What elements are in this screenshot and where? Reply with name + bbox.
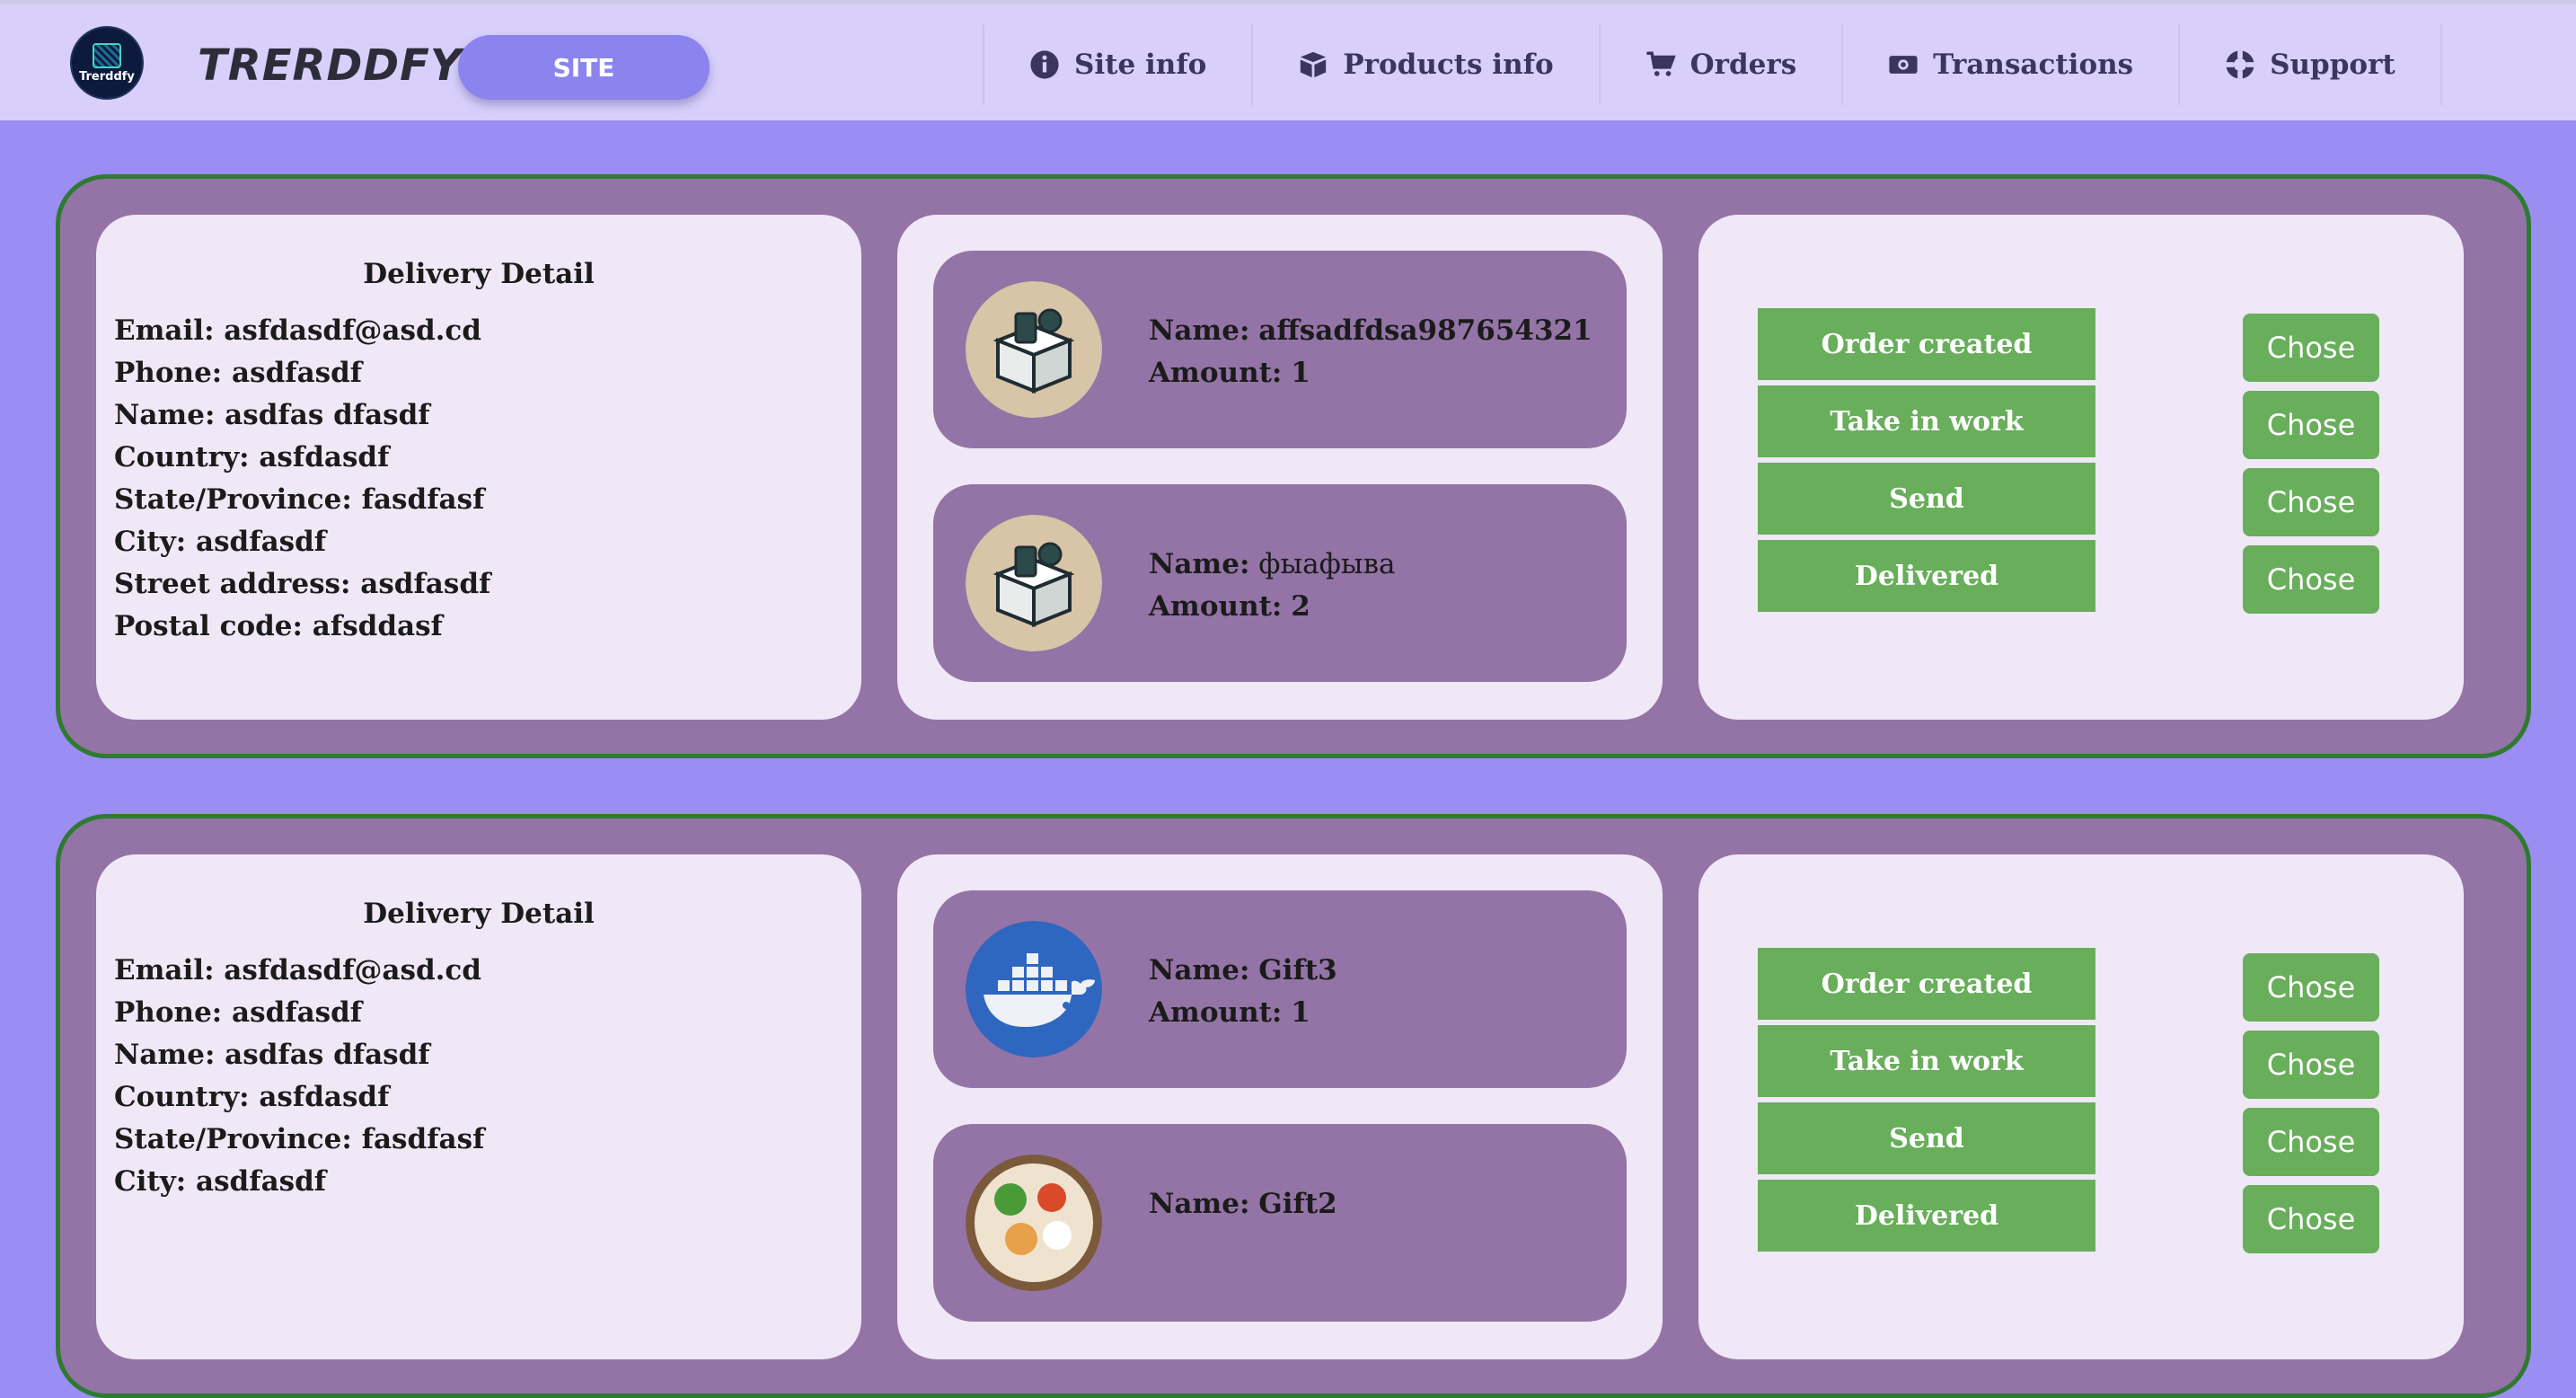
info-icon <box>1030 50 1059 79</box>
item-amount: 2 <box>1291 590 1310 623</box>
order-status-panel: Order created Chose Take in work Chose S… <box>1698 215 2464 720</box>
chose-button[interactable]: Chose <box>2243 545 2379 614</box>
detail-street: Street address: asdfasdf <box>114 568 491 600</box>
status-take-in-work: Take in work <box>1758 385 2095 457</box>
status-row: Take in work Chose <box>1758 1025 2379 1099</box>
item-name: Gift2 <box>1258 1188 1337 1220</box>
logo-mark-icon <box>93 42 121 68</box>
detail-city: City: asdfasdf <box>114 526 327 558</box>
status-row: Take in work Chose <box>1758 385 2379 459</box>
delivery-detail-panel: Delivery Detail Email: asfdasdf@asd.cd P… <box>96 215 861 720</box>
item-name-label: Name: <box>1149 954 1250 987</box>
order-card: Delivery Detail Email: asfdasdf@asd.cd P… <box>56 814 2531 1398</box>
package-icon <box>966 515 1102 651</box>
nav-label: Products info <box>1343 49 1554 81</box>
nav-transactions[interactable]: Transactions <box>1843 24 2181 105</box>
item-name-label: Name: <box>1149 314 1250 347</box>
order-item: Name: Gift3 Amount: 1 <box>933 890 1627 1088</box>
money-icon <box>1889 56 1918 74</box>
status-row: Delivered Chose <box>1758 540 2379 614</box>
status-delivered: Delivered <box>1758 1180 2095 1252</box>
order-item: Name: Gift2 <box>933 1124 1627 1322</box>
status-take-in-work: Take in work <box>1758 1025 2095 1097</box>
brand-name: TRERDDFY <box>198 40 463 91</box>
status-row: Send Chose <box>1758 1102 2379 1176</box>
detail-phone: Phone: asdfasdf <box>114 996 363 1029</box>
package-icon <box>966 281 1102 418</box>
order-item: Name: affsadfdsa987654321 Amount: 1 <box>933 251 1627 448</box>
nav-label: Support <box>2270 49 2395 81</box>
nav-site-info[interactable]: Site info <box>984 24 1254 105</box>
item-amount: 1 <box>1291 357 1310 389</box>
chose-button[interactable]: Chose <box>2243 953 2379 1022</box>
cart-icon <box>1646 51 1676 76</box>
status-row: Order created Chose <box>1758 308 2379 382</box>
status-row: Order created Chose <box>1758 948 2379 1022</box>
order-items-panel: Name: affsadfdsa987654321 Amount: 1 Name… <box>897 215 1663 720</box>
site-button[interactable]: SITE <box>458 35 710 100</box>
detail-postal-code: Postal code: afsddasf <box>114 610 443 642</box>
logo-caption: Trerddfy <box>79 69 135 84</box>
nav-label: Site info <box>1074 49 1207 81</box>
chose-button[interactable]: Chose <box>2243 468 2379 536</box>
delivery-detail-panel: Delivery Detail Email: asfdasdf@asd.cd P… <box>96 854 861 1359</box>
delivery-detail-title: Delivery Detail <box>363 258 595 290</box>
item-amount: 1 <box>1291 996 1310 1029</box>
item-name: фыафыва <box>1258 548 1396 580</box>
chose-button[interactable]: Chose <box>2243 314 2379 382</box>
detail-email: Email: asfdasdf@asd.cd <box>114 954 481 987</box>
detail-name: Name: asdfas dfasdf <box>114 399 430 431</box>
main-nav: Site info Products info Orders Transacti… <box>983 24 2442 105</box>
item-name: Gift3 <box>1258 954 1337 987</box>
nav-orders[interactable]: Orders <box>1601 24 1844 105</box>
status-delivered: Delivered <box>1758 540 2095 612</box>
detail-country: Country: asfdasdf <box>114 1081 390 1113</box>
delivery-detail-title: Delivery Detail <box>363 898 595 930</box>
status-row: Delivered Chose <box>1758 1180 2379 1253</box>
item-info: Name: Gift3 Amount: 1 <box>1149 950 1337 1034</box>
status-order-created: Order created <box>1758 948 2095 1020</box>
item-name-label: Name: <box>1149 548 1250 580</box>
detail-phone: Phone: asdfasdf <box>114 357 363 389</box>
detail-country: Country: asfdasdf <box>114 441 390 473</box>
status-send: Send <box>1758 463 2095 535</box>
status-row: Send Chose <box>1758 463 2379 536</box>
order-card: Delivery Detail Email: asfdasdf@asd.cd P… <box>56 174 2531 758</box>
box-icon <box>1301 51 1327 78</box>
nav-support[interactable]: Support <box>2180 24 2442 105</box>
item-name-label: Name: <box>1149 1188 1250 1220</box>
detail-state: State/Province: fasdfasf <box>114 1123 485 1155</box>
logo[interactable]: Trerddfy <box>70 26 144 100</box>
nav-label: Orders <box>1689 49 1797 81</box>
food-bowl-icon <box>966 1155 1102 1291</box>
item-name: affsadfdsa987654321 <box>1258 314 1592 347</box>
order-items-panel: Name: Gift3 Amount: 1 Name: Gift2 <box>897 854 1663 1359</box>
item-amount-label: Amount: <box>1149 357 1283 389</box>
item-info: Name: фыафыва Amount: 2 <box>1149 544 1396 628</box>
chose-button[interactable]: Chose <box>2243 1031 2379 1099</box>
chose-button[interactable]: Chose <box>2243 391 2379 459</box>
docker-whale-icon <box>966 921 1102 1057</box>
item-amount-label: Amount: <box>1149 996 1283 1029</box>
top-navbar: Trerddfy TRERDDFY SITE Site info Product… <box>0 0 2576 120</box>
status-order-created: Order created <box>1758 308 2095 380</box>
chose-button[interactable]: Chose <box>2243 1185 2379 1253</box>
detail-state: State/Province: fasdfasf <box>114 483 485 516</box>
lifebuoy-icon <box>2226 50 2254 79</box>
status-send: Send <box>1758 1102 2095 1174</box>
chose-button[interactable]: Chose <box>2243 1108 2379 1176</box>
detail-city: City: asdfasdf <box>114 1165 327 1198</box>
item-amount-label: Amount: <box>1149 590 1283 623</box>
item-info: Name: Gift2 <box>1149 1183 1337 1225</box>
detail-name: Name: asdfas dfasdf <box>114 1039 430 1071</box>
item-info: Name: affsadfdsa987654321 Amount: 1 <box>1149 310 1592 394</box>
order-item: Name: фыафыва Amount: 2 <box>933 484 1627 682</box>
nav-label: Transactions <box>1933 49 2134 81</box>
order-status-panel: Order created Chose Take in work Chose S… <box>1698 854 2464 1359</box>
detail-email: Email: asfdasdf@asd.cd <box>114 314 481 347</box>
nav-products-info[interactable]: Products info <box>1253 24 1601 105</box>
